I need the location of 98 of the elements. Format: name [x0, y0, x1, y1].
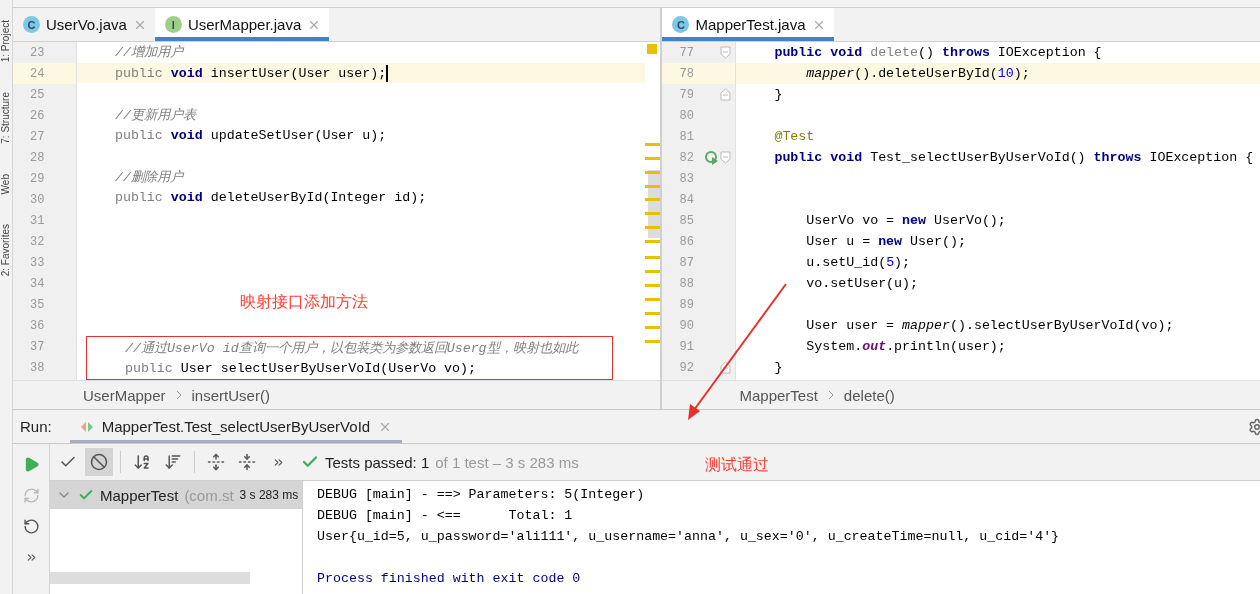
code-line: //增加用户 [113, 44, 183, 62]
code-line: User u = new User(); [805, 234, 966, 249]
code-line: } [773, 360, 783, 375]
line-number: 86 [679, 234, 695, 249]
line-number: 91 [679, 339, 695, 354]
code-line: public void delete() throws IOException { [773, 45, 1102, 60]
run-test-icon[interactable] [705, 150, 720, 165]
line-number: 92 [679, 360, 695, 375]
stop-icon [90, 453, 108, 471]
line-number: 78 [679, 66, 695, 81]
tool-window-label[interactable]: 2: Favorites [0, 224, 12, 277]
line-number: 79 [679, 87, 695, 102]
test-class-name: MapperTest [100, 486, 179, 504]
line-number: 23 [30, 45, 46, 60]
tool-window-label[interactable]: Web [0, 173, 12, 195]
code-line: u.setU_id(5); [805, 255, 911, 270]
fold-marker-icon[interactable] [720, 46, 732, 59]
sort-icon [164, 453, 182, 471]
console-line: DEBUG [main] - <== Total: 1 [317, 507, 574, 525]
line-number: 85 [679, 213, 695, 228]
line-number: 32 [30, 234, 46, 249]
line-number: 84 [679, 192, 695, 207]
code-line: public void deleteUserById(Integer id); [113, 189, 427, 205]
test-run-icon [79, 419, 94, 434]
code-line: System.out.println(user); [805, 339, 1006, 354]
line-number: 80 [679, 108, 695, 123]
editor-tab[interactable]: I UserMapper.java [154, 8, 330, 41]
code-line: public void Test_selectUserByUserVoId() throws IOException { [773, 150, 1254, 165]
chevron-icon [827, 390, 834, 400]
console-line: DEBUG [main] - ==> Parameters: 5(Integer) [317, 486, 646, 504]
file-type-icon: C [672, 16, 690, 33]
code-line: //删除用户 [113, 168, 183, 186]
code-line: @Test [773, 129, 815, 144]
test-duration: 3 s 283 ms [239, 488, 299, 502]
code-line: public User selectUserByUserVoId(UserVo vo); [123, 361, 477, 377]
code-line: public void updateSetUser(User u); [113, 127, 387, 143]
line-number: 28 [30, 150, 46, 165]
line-number: 88 [679, 276, 695, 291]
code-line: mapper().deleteUserById(10); [805, 66, 1030, 81]
settings-icon[interactable] [1248, 417, 1260, 436]
code-line: public void insertUser(User user); [113, 65, 387, 81]
test-summary-text: of 1 test – 3 s 283 ms [435, 453, 579, 471]
sort-alpha-icon [133, 453, 151, 471]
fold-marker-icon[interactable] [720, 361, 732, 374]
rerun-icon [22, 517, 40, 535]
line-number: 38 [30, 360, 46, 375]
rerun-icon [22, 486, 40, 504]
fold-marker-icon[interactable] [720, 88, 732, 101]
line-number: 77 [679, 45, 695, 60]
line-number: 33 [30, 255, 46, 270]
line-number: 25 [30, 87, 46, 102]
code-line: } [773, 87, 783, 102]
tests-passed-text: Tests passed: 1 [325, 453, 430, 471]
annotation-text: 测试通过 [705, 455, 769, 475]
breadcrumb-item[interactable]: delete() [843, 386, 895, 404]
breadcrumb-item[interactable]: insertUser() [191, 386, 270, 404]
editor-tab[interactable]: C MapperTest.java [662, 8, 834, 41]
line-number: 34 [30, 276, 46, 291]
line-number: 30 [30, 192, 46, 207]
fold-marker-icon[interactable] [720, 151, 732, 164]
console-line: User{u_id=5, u_password='ali111', u_username='anna', u_sex='0', u_createTime=null, u_cid='4'} [317, 528, 1061, 546]
code-line: vo.setUser(u); [805, 276, 919, 291]
editor-tab[interactable]: C UserVo.java [13, 8, 155, 41]
line-number: 83 [679, 171, 695, 186]
code-line: UserVo vo = new UserVo(); [805, 213, 1006, 228]
file-type-icon: C [23, 16, 40, 33]
line-number: 82 [679, 150, 695, 165]
console-line: Process finished with exit code 0 [317, 570, 582, 588]
line-number: 27 [30, 129, 46, 144]
annotation-text: 映射接口添加方法 [240, 292, 368, 312]
file-type-icon: I [164, 16, 182, 33]
line-number: 37 [30, 339, 46, 354]
line-number: 29 [30, 171, 46, 186]
line-number: 89 [679, 297, 695, 312]
code-line: //通过UserVo id查询一个用户，以包装类为参数返回Userg型，映射也如此 [123, 339, 578, 357]
line-number: 36 [30, 318, 46, 333]
line-number: 24 [30, 66, 46, 81]
tool-window-label[interactable]: 7: Structure [0, 92, 12, 144]
line-number: 87 [679, 255, 695, 270]
run-label: Run: [20, 418, 52, 435]
line-number: 81 [679, 129, 695, 144]
test-tree-item[interactable]: MapperTest (com.st 3 s 283 ms [50, 481, 302, 509]
chevron-icon [175, 390, 182, 400]
package-name: (com.st [184, 486, 234, 504]
line-number: 35 [30, 297, 46, 312]
line-number: 90 [679, 318, 695, 333]
line-number: 26 [30, 108, 46, 123]
tool-window-label[interactable]: 1: Project [0, 20, 12, 63]
breadcrumb-item[interactable]: UserMapper [83, 386, 166, 404]
code-line: //更新用户表 [113, 106, 196, 124]
breadcrumb-item[interactable]: MapperTest [739, 386, 818, 404]
code-line: User user = mapper().selectUserByUserVoId(vo); [805, 318, 1174, 333]
run-tab[interactable]: MapperTest.Test_selectUserByUserVoId [69, 410, 403, 443]
line-number: 31 [30, 213, 46, 228]
scrollbar[interactable] [50, 572, 250, 584]
show-ignored-button[interactable] [85, 448, 113, 476]
expand-all-icon [207, 453, 225, 471]
collapse-all-icon [238, 453, 256, 471]
